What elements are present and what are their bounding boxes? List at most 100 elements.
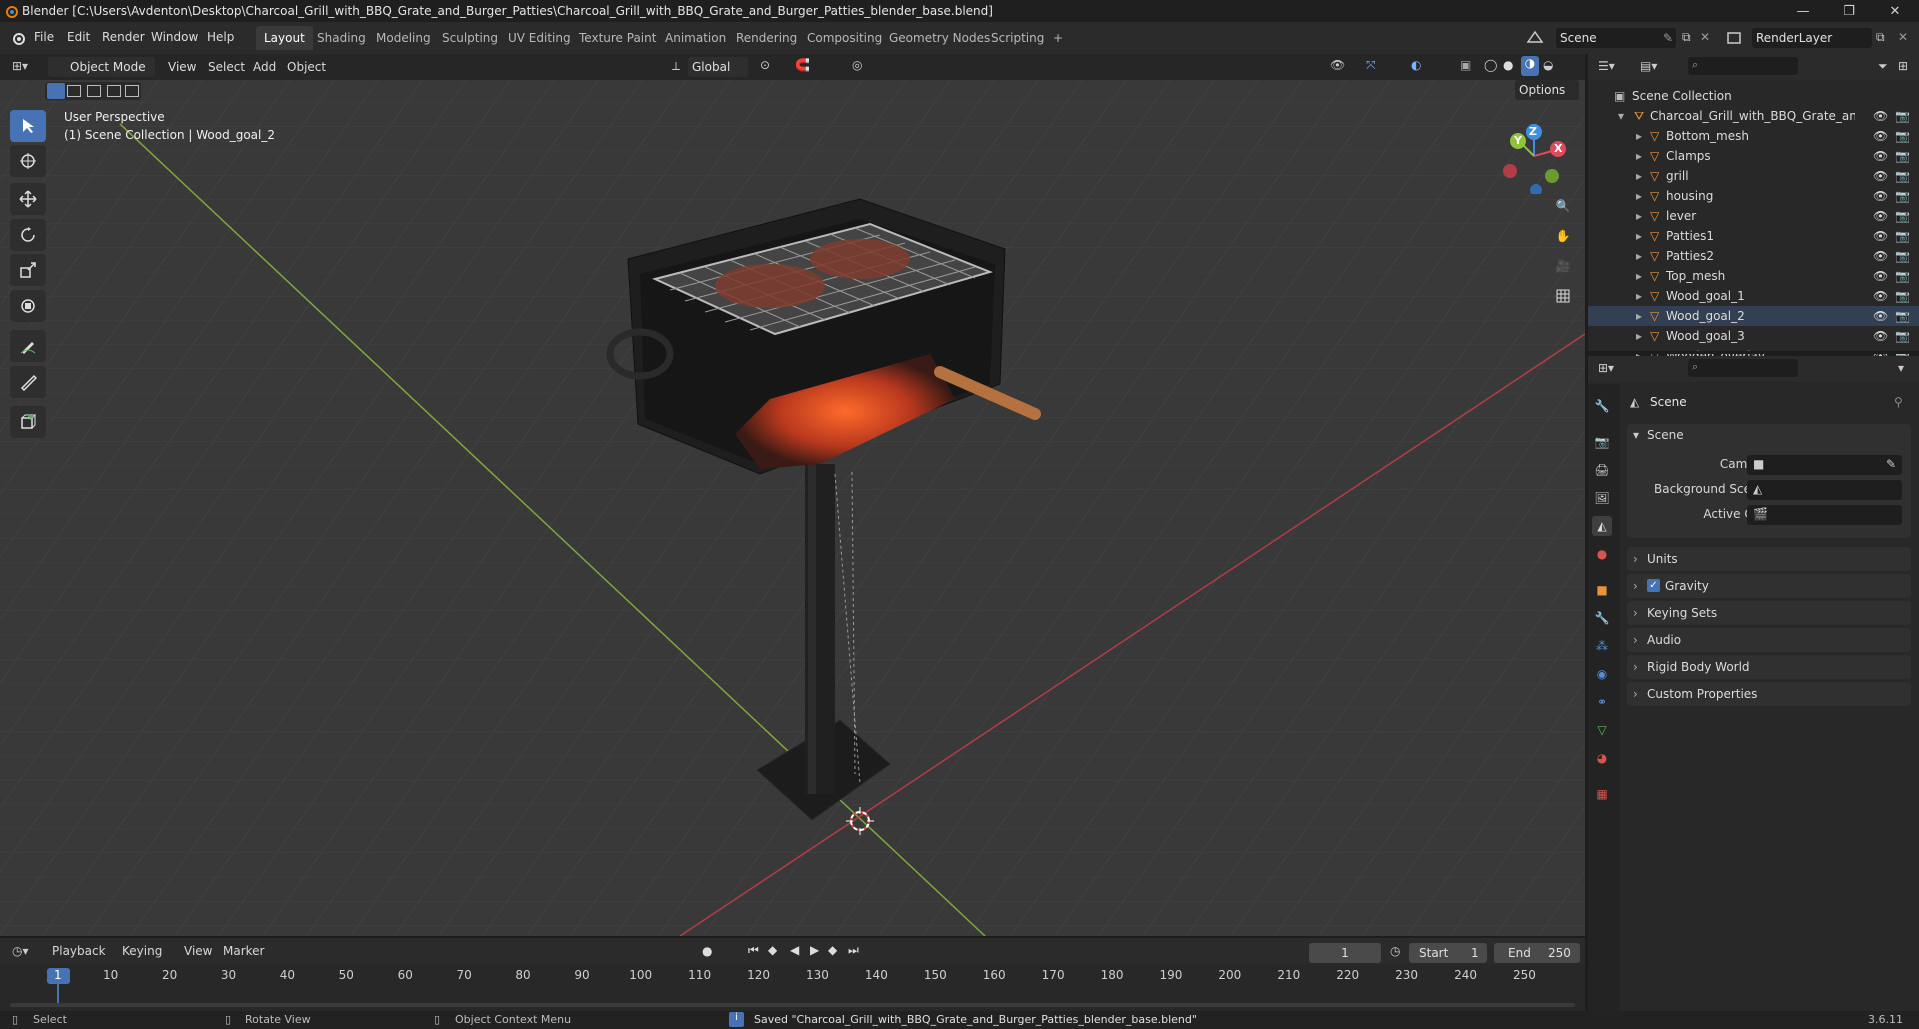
- tab-layout[interactable]: Layout: [256, 26, 313, 50]
- tab-animation[interactable]: Animation: [657, 26, 734, 50]
- expand-arrow-icon[interactable]: ▸: [1636, 226, 1642, 246]
- next-keyframe-icon[interactable]: ◆: [828, 943, 837, 957]
- new-scene-icon[interactable]: ⧉: [1682, 30, 1691, 45]
- tab-compositing[interactable]: Compositing: [799, 26, 890, 50]
- pin-icon[interactable]: ⚲: [1894, 395, 1903, 409]
- transform-tool[interactable]: [10, 290, 46, 322]
- maximize-button[interactable]: ❐: [1826, 0, 1872, 22]
- visibility-eye-icon[interactable]: 👁: [1873, 146, 1888, 166]
- render-camera-icon[interactable]: 📷: [1895, 246, 1910, 266]
- menu-window[interactable]: Window: [151, 30, 198, 44]
- visibility-eye-icon[interactable]: 👁: [1873, 226, 1888, 246]
- pan-button[interactable]: ✋: [1550, 223, 1576, 249]
- select-subtract-icon[interactable]: [87, 85, 101, 97]
- render-camera-icon[interactable]: 📷: [1895, 206, 1910, 226]
- delete-scene-icon[interactable]: ✕: [1700, 30, 1710, 44]
- property-panel-gravity[interactable]: › ✓ Gravity: [1627, 574, 1911, 598]
- renderlayer-selector[interactable]: RenderLayer: [1752, 28, 1872, 48]
- mode-selector[interactable]: Object Mode: [48, 57, 155, 77]
- navigation-gizmo[interactable]: Z X Y: [1500, 114, 1580, 196]
- visibility-eye-icon[interactable]: 👁: [1873, 306, 1888, 326]
- end-frame-field[interactable]: End 250: [1494, 943, 1580, 963]
- object-tab[interactable]: ■: [1592, 580, 1612, 600]
- filter-icon[interactable]: ⏷: [1878, 59, 1888, 74]
- editor-type-icon[interactable]: ⊞▾: [12, 59, 28, 73]
- visibility-eye-icon[interactable]: 👁: [1873, 106, 1888, 126]
- collapse-arrow-icon[interactable]: ›: [1633, 628, 1638, 652]
- visibility-eye-icon[interactable]: 👁: [1873, 246, 1888, 266]
- property-panel-custom-properties[interactable]: › Custom Properties: [1627, 682, 1911, 706]
- background-scene-field[interactable]: [1747, 480, 1902, 500]
- scene-tab[interactable]: ◭: [1592, 516, 1612, 536]
- render-camera-icon[interactable]: 📷: [1895, 186, 1910, 206]
- select-extend-icon[interactable]: [67, 85, 81, 97]
- select-menu[interactable]: Select: [208, 60, 245, 74]
- object-menu[interactable]: Object: [287, 60, 326, 74]
- timeline-editor-icon[interactable]: ◷▾: [12, 944, 29, 958]
- menu-file[interactable]: File: [34, 30, 54, 44]
- collapse-arrow-icon[interactable]: ›: [1633, 655, 1638, 679]
- add-cube-tool[interactable]: [10, 406, 46, 438]
- selection-mode-group[interactable]: [45, 82, 141, 100]
- play-reverse-icon[interactable]: ◀: [790, 943, 799, 957]
- outliner-row-object[interactable]: ▸ ▽ Wood_goal_2 👁 📷: [1588, 306, 1919, 326]
- pin-icon[interactable]: ✎: [1663, 31, 1673, 45]
- scale-tool[interactable]: [10, 254, 46, 286]
- jump-end-icon[interactable]: ⏭: [848, 943, 859, 958]
- visibility-icon[interactable]: 👁: [1330, 58, 1345, 72]
- expand-arrow-icon[interactable]: ▸: [1636, 306, 1642, 326]
- camera-view-button[interactable]: 🎥: [1550, 253, 1576, 279]
- tab-modeling[interactable]: Modeling: [368, 26, 439, 50]
- camera-field[interactable]: [1747, 455, 1902, 475]
- property-panel-keying-sets[interactable]: › Keying Sets: [1627, 601, 1911, 625]
- collapse-arrow-icon[interactable]: ▾: [1633, 428, 1639, 442]
- select-new-icon[interactable]: [47, 83, 65, 99]
- expand-arrow-icon[interactable]: ▸: [1636, 206, 1642, 226]
- overlay-toggle-icon[interactable]: ◐: [1411, 58, 1421, 72]
- visibility-eye-icon[interactable]: 👁: [1873, 286, 1888, 306]
- outliner-row-object[interactable]: ▸ ▽ Wood_goal_3 👁 📷: [1588, 326, 1919, 346]
- visibility-eye-icon[interactable]: 👁: [1873, 126, 1888, 146]
- menu-help[interactable]: Help: [207, 30, 234, 44]
- menu-edit[interactable]: Edit: [67, 30, 90, 44]
- render-camera-icon[interactable]: 📷: [1895, 306, 1910, 326]
- new-collection-icon[interactable]: ⊞: [1898, 59, 1908, 73]
- rendered-shading-icon[interactable]: ◒: [1543, 58, 1553, 72]
- renderlayer-icon[interactable]: [1724, 28, 1744, 48]
- expand-arrow-icon[interactable]: ▾: [1618, 106, 1624, 126]
- outliner-row-object[interactable]: ▸ ▽ Clamps 👁 📷: [1588, 146, 1919, 166]
- menu-render[interactable]: Render: [102, 30, 145, 44]
- record-icon[interactable]: ●: [702, 944, 712, 958]
- particles-tab[interactable]: ⁂: [1592, 636, 1612, 656]
- render-tab[interactable]: 📷: [1592, 432, 1612, 452]
- view-layer-tab[interactable]: 🖼: [1592, 488, 1612, 508]
- orientation-selector[interactable]: Global: [688, 57, 748, 77]
- tab-shading[interactable]: Shading: [309, 26, 374, 50]
- outliner-row-object[interactable]: ▸ ▽ Bottom_mesh 👁 📷: [1588, 126, 1919, 146]
- expand-arrow-icon[interactable]: ▸: [1636, 286, 1642, 306]
- render-camera-icon[interactable]: 📷: [1895, 166, 1910, 186]
- solid-shading-icon[interactable]: ●: [1503, 58, 1513, 72]
- keying-menu[interactable]: Keying: [122, 944, 162, 958]
- expand-arrow-icon[interactable]: ▸: [1636, 326, 1642, 346]
- select-intersect-icon[interactable]: [125, 85, 139, 97]
- outliner-row-object[interactable]: ▸ ▽ Patties2 👁 📷: [1588, 246, 1919, 266]
- marker-menu[interactable]: Marker: [223, 944, 264, 958]
- output-tab[interactable]: 🖨: [1592, 460, 1612, 480]
- xray-icon[interactable]: ▣: [1460, 58, 1471, 72]
- measure-tool[interactable]: [10, 366, 46, 398]
- start-frame-field[interactable]: Start 1: [1409, 943, 1487, 963]
- visibility-eye-icon[interactable]: 👁: [1873, 266, 1888, 286]
- select-invert-icon[interactable]: [107, 85, 121, 97]
- visibility-eye-icon[interactable]: 👁: [1873, 166, 1888, 186]
- outliner-row-collection[interactable]: ▾ ⛛ Charcoal_Grill_with_BBQ_Grate_and_Bu…: [1588, 106, 1919, 126]
- tab-uv-editing[interactable]: UV Editing: [500, 26, 579, 50]
- active-clip-field[interactable]: [1747, 505, 1902, 525]
- collapse-arrow-icon[interactable]: ›: [1633, 601, 1638, 625]
- world-tab[interactable]: ●: [1592, 544, 1612, 564]
- expand-arrow-icon[interactable]: ▸: [1636, 126, 1642, 146]
- outliner-row-scene-collection[interactable]: ▣ Scene Collection: [1588, 86, 1919, 106]
- data-tab[interactable]: ▽: [1592, 720, 1612, 740]
- options-dropdown[interactable]: Options: [1515, 80, 1579, 100]
- tab-geometry-nodes[interactable]: Geometry Nodes: [881, 26, 998, 50]
